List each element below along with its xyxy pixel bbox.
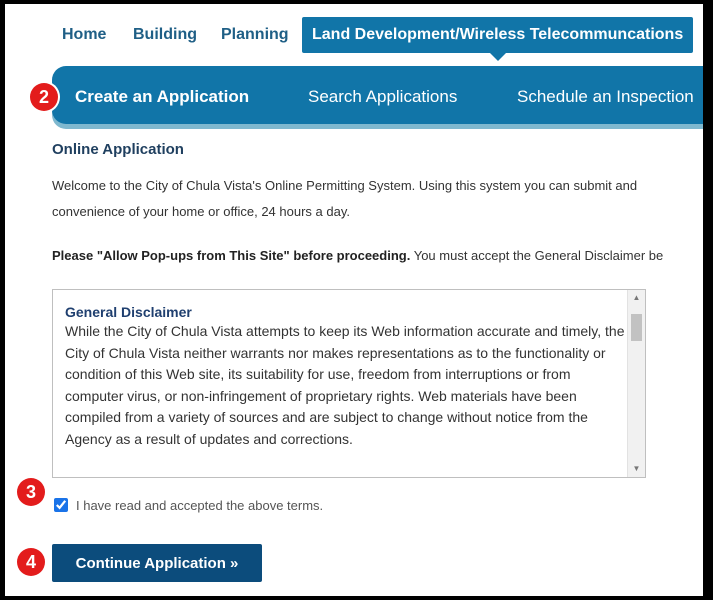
disclaimer-text: While the City of Chula Vista attempts t… — [65, 323, 625, 447]
top-tab-bar: Home Building Planning Land Development/… — [5, 4, 703, 62]
disclaimer-scrollbar[interactable]: ▲ ▼ — [627, 290, 645, 477]
page-title: Online Application — [52, 141, 184, 158]
nav-create-application[interactable]: Create an Application — [75, 66, 249, 124]
tab-building[interactable]: Building — [125, 17, 205, 53]
app-frame: Home Building Planning Land Development/… — [5, 4, 703, 596]
disclaimer-content: General Disclaimer While the City of Chu… — [65, 304, 625, 450]
tab-home[interactable]: Home — [54, 17, 114, 53]
disclaimer-scroll-box[interactable]: General Disclaimer While the City of Chu… — [52, 289, 646, 478]
scroll-up-arrow-icon[interactable]: ▲ — [628, 290, 645, 306]
welcome-text-line-1: Welcome to the City of Chula Vista's Onl… — [52, 178, 638, 193]
disclaimer-title: General Disclaimer — [65, 304, 192, 320]
continue-application-button[interactable]: Continue Application » — [52, 544, 262, 582]
accept-terms-label[interactable]: I have read and accepted the above terms… — [76, 498, 323, 513]
scroll-thumb[interactable] — [631, 314, 642, 341]
popup-instructions-rest: You must accept the General Disclaimer b… — [410, 248, 664, 263]
scroll-down-arrow-icon[interactable]: ▼ — [628, 461, 645, 477]
tab-planning[interactable]: Planning — [213, 17, 297, 53]
sub-navigation: Create an Application Search Application… — [52, 66, 703, 124]
accept-terms-row: I have read and accepted the above terms… — [52, 496, 323, 514]
nav-search-applications[interactable]: Search Applications — [308, 66, 457, 124]
accept-terms-checkbox[interactable] — [54, 498, 68, 512]
welcome-text-line-2: convenience of your home or office, 24 h… — [52, 204, 350, 219]
popup-warning: Please "Allow Pop-ups from This Site" be… — [52, 248, 411, 263]
step-marker-4: 4 — [17, 548, 45, 576]
popup-instructions: Please "Allow Pop-ups from This Site" be… — [52, 246, 703, 266]
nav-schedule-inspection[interactable]: Schedule an Inspection — [517, 66, 694, 124]
step-marker-2: 2 — [30, 83, 58, 111]
tab-land-development[interactable]: Land Development/Wireless Telecommuncati… — [302, 17, 694, 61]
step-marker-3: 3 — [17, 478, 45, 506]
